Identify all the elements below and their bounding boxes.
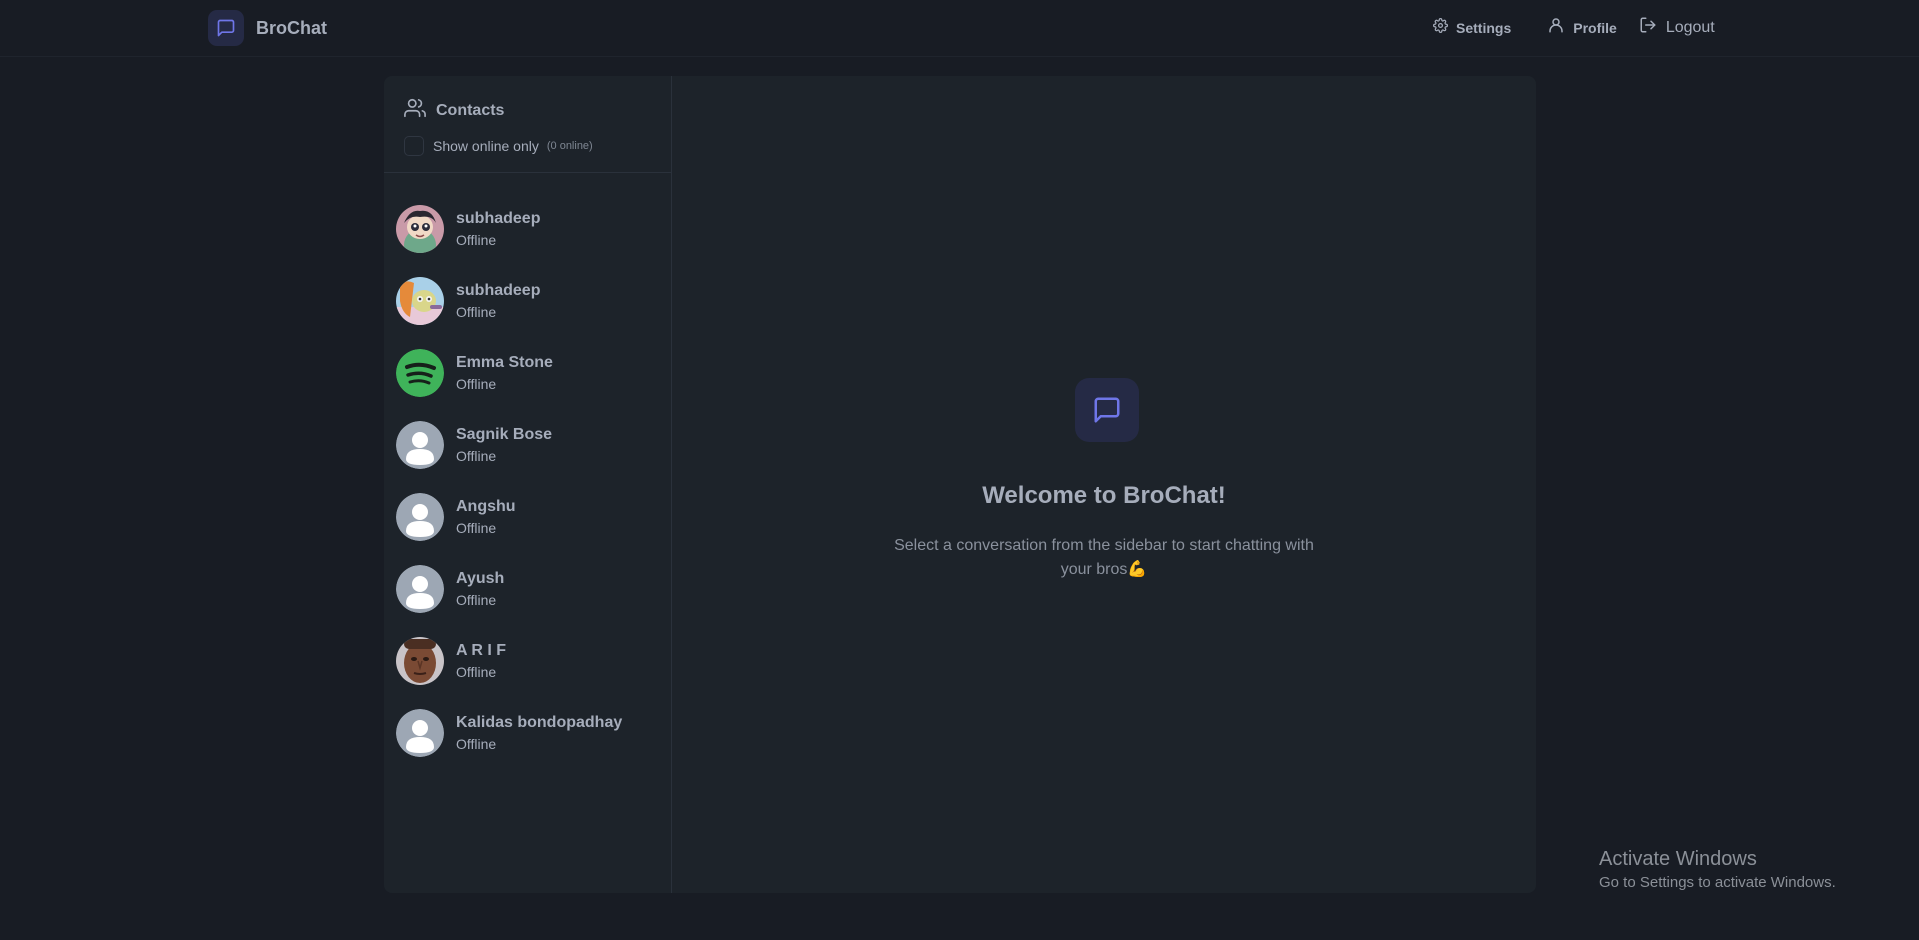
app-name: BroChat xyxy=(256,17,327,38)
profile-label: Profile xyxy=(1573,19,1617,36)
activation-hint: Go to Settings to activate Windows. xyxy=(1599,874,1836,891)
settings-button[interactable]: Settings xyxy=(1433,17,1512,38)
show-online-toggle[interactable]: Show online only (0 online) xyxy=(404,136,671,156)
spotify-logo-avatar xyxy=(396,349,444,397)
contact-list: subhadeep Offline subhadeep Offline Emma… xyxy=(384,173,671,769)
contact-name: subhadeep xyxy=(456,282,541,299)
top-navbar: BroChat Settings Profile Logout xyxy=(0,0,1919,57)
contact-status: Offline xyxy=(456,664,497,680)
contact-item[interactable]: A R I F Offline xyxy=(384,625,671,697)
sidebar-header: Contacts Show online only (0 online) xyxy=(384,76,671,173)
default-avatar xyxy=(396,565,444,613)
users-icon xyxy=(404,97,426,124)
contacts-sidebar: Contacts Show online only (0 online) sub… xyxy=(384,76,672,893)
activation-title: Activate Windows xyxy=(1599,848,1757,870)
profile-button[interactable]: Profile xyxy=(1547,16,1617,39)
logout-button[interactable]: Logout xyxy=(1639,16,1715,39)
windows-activation-watermark: Activate Windows Go to Settings to activ… xyxy=(1599,847,1836,893)
photo-avatar xyxy=(396,637,444,685)
contact-name: Angshu xyxy=(456,498,516,515)
contacts-heading: Contacts xyxy=(404,97,671,124)
welcome-screen: Welcome to BroChat! Select a conversatio… xyxy=(672,76,1536,893)
contact-status: Offline xyxy=(456,592,497,608)
contact-status: Offline xyxy=(456,736,497,752)
contact-status: Offline xyxy=(456,520,497,536)
brand-link[interactable]: BroChat xyxy=(208,10,327,46)
logout-label: Logout xyxy=(1665,18,1715,36)
avatar xyxy=(396,277,444,325)
contact-name: Ayush xyxy=(456,570,505,587)
logout-icon xyxy=(1639,16,1657,39)
contact-item[interactable]: Sagnik Bose Offline xyxy=(384,409,671,481)
contact-name: A R I F xyxy=(456,642,507,659)
nav-actions: Settings Profile Logout xyxy=(1433,16,1715,39)
contact-name: Sagnik Bose xyxy=(456,426,553,443)
show-online-label: Show online only xyxy=(433,138,539,154)
contact-item[interactable]: Emma Stone Offline xyxy=(384,337,671,409)
user-icon xyxy=(1547,16,1565,39)
contact-item[interactable]: Angshu Offline xyxy=(384,481,671,553)
avatar xyxy=(396,205,444,253)
contact-status: Offline xyxy=(456,232,497,248)
show-online-checkbox[interactable] xyxy=(404,136,424,156)
contact-name: Kalidas bondopadhay xyxy=(456,714,623,731)
contact-status: Offline xyxy=(456,304,497,320)
contact-item[interactable]: Ayush Offline xyxy=(384,553,671,625)
contact-item[interactable]: subhadeep Offline xyxy=(384,193,671,265)
contact-status: Offline xyxy=(456,376,497,392)
chat-bubble-icon xyxy=(1075,378,1139,442)
gear-icon xyxy=(1433,17,1448,38)
chat-panel: Contacts Show online only (0 online) sub… xyxy=(384,76,1536,893)
settings-label: Settings xyxy=(1456,19,1512,36)
contacts-title: Contacts xyxy=(436,101,505,119)
contact-item[interactable]: Kalidas bondopadhay Offline xyxy=(384,697,671,769)
default-avatar xyxy=(396,709,444,757)
default-avatar xyxy=(396,493,444,541)
welcome-title: Welcome to BroChat! xyxy=(982,482,1226,509)
online-count: (0 online) xyxy=(546,140,593,152)
contact-name: Emma Stone xyxy=(456,354,553,371)
default-avatar xyxy=(396,421,444,469)
chat-bubble-icon xyxy=(208,10,244,46)
contact-name: subhadeep xyxy=(456,210,541,227)
contact-item[interactable]: subhadeep Offline xyxy=(384,265,671,337)
contact-status: Offline xyxy=(456,448,497,464)
welcome-subtitle: Select a conversation from the sidebar t… xyxy=(894,537,1314,578)
